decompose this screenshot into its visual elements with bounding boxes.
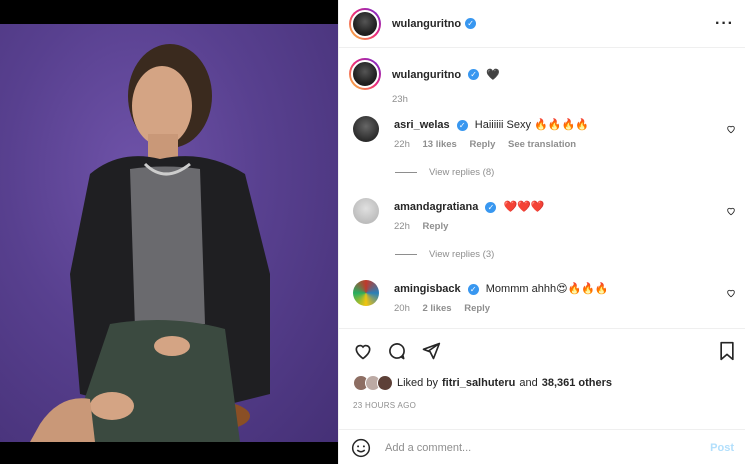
caption-avatar[interactable] <box>349 58 381 90</box>
liked-by-avatars <box>353 375 397 391</box>
post-timestamp[interactable]: 23 HOURS AGO <box>353 401 416 410</box>
comment-likes[interactable]: 13 likes <box>423 139 457 150</box>
author-username[interactable]: wulanguritno <box>392 18 461 30</box>
reply-button[interactable]: Reply <box>423 221 449 232</box>
comment-time: 22h <box>394 139 410 150</box>
commenter-avatar[interactable] <box>353 280 379 306</box>
emoji-icon[interactable] <box>351 438 371 458</box>
caption-time: 23h <box>392 94 408 105</box>
verified-icon: ✓ <box>456 119 468 131</box>
reply-button[interactable]: Reply <box>464 303 490 314</box>
post-photo[interactable] <box>0 24 338 442</box>
comment-meta: 20h 2 likes Reply <box>394 303 500 314</box>
bookmark-icon[interactable] <box>718 341 736 361</box>
verified-icon: ✓ <box>485 201 497 213</box>
comment-icon[interactable] <box>387 341 407 361</box>
add-comment-input[interactable] <box>385 441 711 454</box>
comment-likes[interactable]: 2 likes <box>423 303 452 314</box>
liked-by-and: and <box>519 377 538 389</box>
see-translation-button[interactable]: See translation <box>508 139 576 150</box>
post-details-panel: wulanguritno ✓ ··· wulanguritno ✓ 🖤 23h … <box>338 0 745 464</box>
commenter-username[interactable]: amandagratiana <box>394 201 478 213</box>
comment-like-icon[interactable] <box>726 206 736 216</box>
comment-like-icon[interactable] <box>726 288 736 298</box>
caption-username[interactable]: wulanguritno <box>392 69 461 81</box>
liked-by-user[interactable]: fitri_salhuteru <box>442 377 515 389</box>
commenter-avatar[interactable] <box>353 116 379 142</box>
author-avatar[interactable] <box>349 7 381 40</box>
comment-text: Haiiiiii Sexy 🔥🔥🔥🔥 <box>474 119 589 131</box>
comment-meta: 22h 13 likes Reply See translation <box>394 139 586 150</box>
verified-icon: ✓ <box>468 69 480 81</box>
comment-text: ❤️❤️❤️ <box>503 201 545 213</box>
comment-meta: 22h Reply <box>394 221 458 232</box>
post-caption: wulanguritno ✓ 🖤 23h <box>349 58 739 105</box>
view-replies-button[interactable]: View replies (8) <box>429 167 494 178</box>
verified-icon: ✓ <box>465 18 477 29</box>
likes-summary: Liked by fitri_salhuteru and 38,361 othe… <box>353 375 612 391</box>
share-icon[interactable] <box>421 341 441 361</box>
comment-text: Mommm ahhh😍🔥🔥🔥 <box>485 283 609 295</box>
post-actions: Liked by fitri_salhuteru and 38,361 othe… <box>339 328 745 464</box>
portrait-illustration <box>30 44 270 442</box>
commenter-username[interactable]: amingisback <box>394 283 461 295</box>
commenter-avatar[interactable] <box>353 198 379 224</box>
post-comment-button[interactable]: Post <box>710 442 734 454</box>
comment-like-icon[interactable] <box>726 124 736 134</box>
liked-by-prefix: Liked by <box>397 377 438 389</box>
verified-icon: ✓ <box>467 283 479 295</box>
commenter-username[interactable]: asri_welas <box>394 119 450 131</box>
view-replies-button[interactable]: View replies (3) <box>429 249 494 260</box>
caption-text: 🖤 <box>486 68 500 81</box>
comment-time: 22h <box>394 221 410 232</box>
post-header: wulanguritno ✓ ··· <box>339 0 745 48</box>
liked-by-others[interactable]: 38,361 others <box>542 377 612 389</box>
post-photo-area <box>0 0 338 464</box>
heart-icon[interactable] <box>353 341 373 361</box>
comment-time: 20h <box>394 303 410 314</box>
more-icon[interactable]: ··· <box>715 15 734 31</box>
reply-button[interactable]: Reply <box>469 139 495 150</box>
add-comment-bar: Post <box>339 429 745 464</box>
post-modal: wulanguritno ✓ ··· wulanguritno ✓ 🖤 23h … <box>0 0 745 464</box>
